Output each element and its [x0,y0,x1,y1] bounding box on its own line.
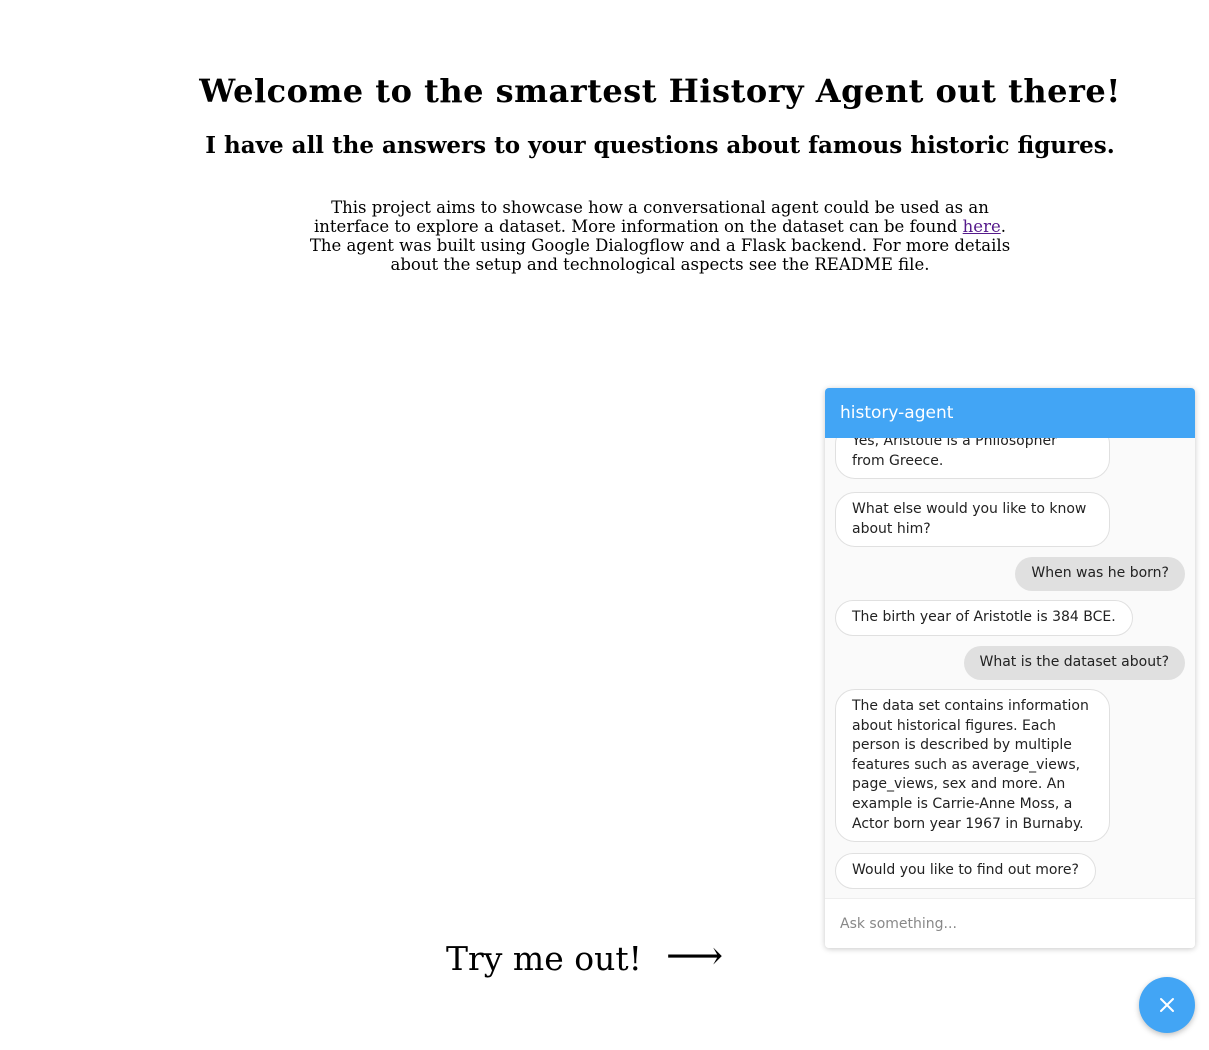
close-icon [1160,998,1174,1012]
page-subtitle: I have all the answers to your questions… [205,132,1115,159]
chat-widget: history-agent Yes, Aristotle is a Philos… [825,388,1195,948]
chat-input-bar [825,898,1195,948]
bot-message: The data set contains information about … [835,689,1110,843]
bot-message: The birth year of Aristotle is 384 BCE. [835,600,1133,636]
chat-toggle-button[interactable] [1139,977,1195,1033]
intro-paragraph: This project aims to showcase how a conv… [296,198,1024,274]
chat-input[interactable] [825,899,1195,948]
message-list[interactable]: Yes, Aristotle is a Philosopher from Gre… [825,438,1195,898]
intro-text-start: This project aims to showcase how a conv… [314,198,989,236]
dataset-link[interactable]: here [963,217,1001,236]
bot-message: Would you like to find out more? [835,853,1096,889]
user-message: What is the dataset about? [963,646,1185,680]
user-message: When was he born? [1015,557,1185,591]
page-title: Welcome to the smartest History Agent ou… [199,72,1121,110]
chat-title: history-agent [840,403,954,423]
right-arrow-icon: ⟶ [665,933,724,979]
bot-message: Yes, Aristotle is a Philosopher from Gre… [835,438,1110,480]
try-me-label: Try me out! [446,938,642,978]
chat-header: history-agent [825,388,1195,438]
bot-message: What else would you like to know about h… [835,492,1110,548]
try-me-callout: Try me out! ⟶ [446,933,724,979]
